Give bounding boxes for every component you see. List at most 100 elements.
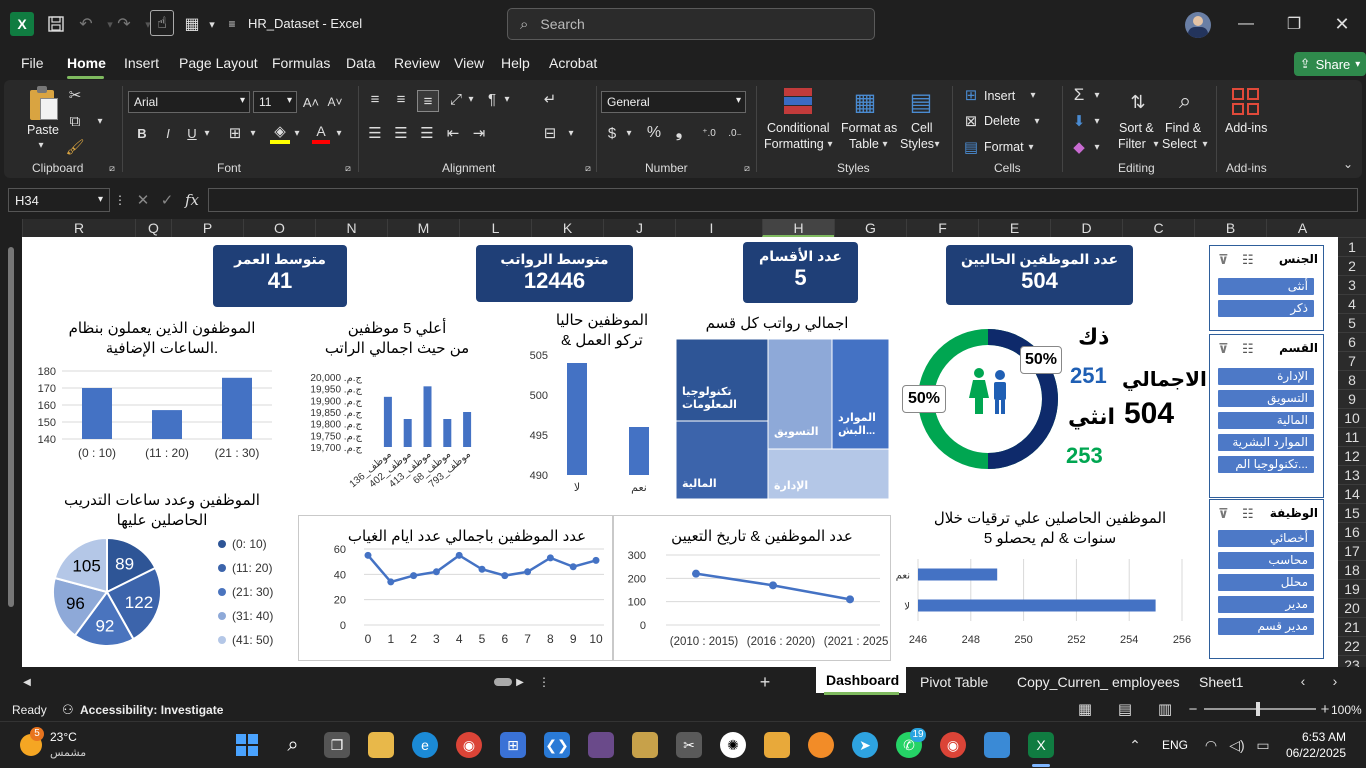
sort-filter-line2[interactable]: Filter xyxy=(1118,136,1146,152)
chevron-down-icon[interactable]: ▾ xyxy=(1092,114,1102,128)
close-icon[interactable]: ✕ xyxy=(1328,10,1356,38)
format-cells-button[interactable]: Format xyxy=(984,139,1024,155)
font-color-dropdown-icon[interactable]: ▾ xyxy=(334,126,344,140)
chevron-down-icon[interactable]: ▾ xyxy=(1092,140,1102,154)
column-header[interactable]: G xyxy=(834,219,906,237)
cell-styles-icon[interactable]: ▤ xyxy=(906,88,936,116)
column-header[interactable]: O xyxy=(243,219,315,237)
chevron-down-icon[interactable]: ▾ xyxy=(1200,138,1210,150)
name-box[interactable]: H34 ▾ xyxy=(8,188,110,212)
menu-insert[interactable]: Insert xyxy=(124,55,159,71)
column-header[interactable]: D xyxy=(1050,219,1122,237)
excel-taskbar-icon[interactable]: X xyxy=(1028,732,1054,758)
column-header[interactable]: J xyxy=(603,219,675,237)
menu-home[interactable]: Home xyxy=(67,55,106,71)
borders-icon[interactable]: ⊞ xyxy=(226,124,244,142)
bold-button[interactable]: B xyxy=(134,124,150,142)
row-header[interactable]: 4 xyxy=(1338,294,1366,313)
column-header-selected[interactable]: H xyxy=(762,219,834,237)
column-header[interactable]: L xyxy=(459,219,531,237)
alignment-launcher-icon[interactable]: ⧄ xyxy=(582,162,594,174)
slicer-item[interactable]: محاسب xyxy=(1218,552,1314,569)
paste-dropdown-icon[interactable]: ▾ xyxy=(34,138,48,152)
font-name-select[interactable]: Arial ▾ xyxy=(128,91,250,113)
format-painter-icon[interactable]: 🖌 xyxy=(65,138,84,156)
chrome-profile-icon[interactable]: ◉ xyxy=(940,732,966,758)
multi-select-icon[interactable]: ☷ xyxy=(1242,341,1254,357)
row-header[interactable]: 2 xyxy=(1338,256,1366,275)
row-header[interactable]: 15 xyxy=(1338,503,1366,522)
zoom-level[interactable]: 100% xyxy=(1331,703,1362,717)
chevron-down-icon[interactable]: ▾ xyxy=(880,138,890,150)
font-color-icon[interactable]: A xyxy=(312,122,330,140)
row-header[interactable]: 19 xyxy=(1338,579,1366,598)
clear-filter-icon[interactable]: ⊽ xyxy=(1218,252,1229,268)
slicer-item[interactable]: المالية xyxy=(1218,412,1314,429)
edge-icon[interactable]: e xyxy=(412,732,438,758)
wrap-text-icon[interactable]: ↵ xyxy=(540,90,560,108)
column-header[interactable]: M xyxy=(387,219,459,237)
cell-styles-line1[interactable]: Cell xyxy=(911,120,933,136)
task-view-icon[interactable]: ❐ xyxy=(324,732,350,758)
menu-data[interactable]: Data xyxy=(346,55,376,71)
search-icon[interactable]: ⌕ xyxy=(280,732,306,758)
comma-button[interactable]: ❟ xyxy=(672,124,686,142)
increase-font-icon[interactable]: A˄ xyxy=(302,93,320,111)
align-bottom-icon[interactable]: ≡ xyxy=(417,90,439,112)
align-middle-icon[interactable]: ≡ xyxy=(392,90,410,108)
touch-mode-icon[interactable]: ☝ xyxy=(150,10,174,36)
text-direction-dropdown-icon[interactable]: ▾ xyxy=(502,92,512,106)
collapse-ribbon-icon[interactable]: ⌄ xyxy=(1340,156,1356,172)
select-all-corner[interactable] xyxy=(1338,219,1366,237)
more-icon[interactable]: ⋮ xyxy=(114,192,126,208)
file-explorer-icon[interactable] xyxy=(368,732,394,758)
row-header[interactable]: 23 xyxy=(1338,655,1366,667)
sort-filter-line1[interactable]: Sort & xyxy=(1119,120,1154,136)
insert-function-button[interactable]: fx xyxy=(182,191,202,209)
decrease-indent-icon[interactable]: ⇤ xyxy=(444,124,462,142)
insert-cells-button[interactable]: Insert xyxy=(984,88,1015,104)
column-header[interactable]: N xyxy=(315,219,387,237)
next-sheet-icon[interactable]: › xyxy=(1328,673,1342,689)
font-launcher-icon[interactable]: ⧄ xyxy=(342,162,354,174)
align-left-icon[interactable]: ☰ xyxy=(366,124,384,142)
sheet-tab-dashboard[interactable]: Dashboard xyxy=(826,672,899,688)
menu-view[interactable]: View xyxy=(454,55,484,71)
app-icon[interactable] xyxy=(632,732,658,758)
chevron-down-icon[interactable]: ▾ xyxy=(1032,114,1042,128)
column-header[interactable]: K xyxy=(531,219,603,237)
currency-dropdown-icon[interactable]: ▾ xyxy=(624,126,634,140)
insert-cells-icon[interactable]: ⊞ xyxy=(962,86,980,104)
page-break-view-icon[interactable]: ▥ xyxy=(1156,700,1174,718)
row-header[interactable]: 16 xyxy=(1338,522,1366,541)
chevron-down-icon[interactable]: ▾ xyxy=(825,138,835,150)
merge-center-icon[interactable]: ⊟ xyxy=(540,124,560,142)
format-as-table-icon[interactable]: ▦ xyxy=(850,88,880,116)
row-header[interactable]: 14 xyxy=(1338,484,1366,503)
merge-dropdown-icon[interactable]: ▾ xyxy=(566,126,576,140)
format-as-table-line2[interactable]: Table xyxy=(849,136,879,152)
borders-dropdown-icon[interactable]: ▾ xyxy=(248,126,258,140)
column-header[interactable]: F xyxy=(906,219,978,237)
italic-button[interactable]: I xyxy=(160,124,176,142)
scroll-left-icon[interactable]: ◀ xyxy=(20,675,34,689)
user-avatar[interactable] xyxy=(1185,12,1211,38)
decrease-decimal-icon[interactable]: .0₋ xyxy=(724,124,746,142)
delete-cells-button[interactable]: Delete xyxy=(984,113,1020,129)
vscode-icon[interactable]: ❮❯ xyxy=(544,732,570,758)
slicer-item[interactable]: مدير قسم xyxy=(1218,618,1314,635)
chevron-down-icon[interactable]: ▾ xyxy=(1028,88,1038,102)
fill-icon[interactable]: ⬇ xyxy=(1070,112,1088,130)
row-header[interactable]: 10 xyxy=(1338,408,1366,427)
menu-page-layout[interactable]: Page Layout xyxy=(179,55,258,71)
zoom-slider[interactable] xyxy=(1204,702,1316,716)
row-header[interactable]: 20 xyxy=(1338,598,1366,617)
column-header[interactable]: E xyxy=(978,219,1050,237)
orientation-icon[interactable]: ⤢ xyxy=(446,90,466,108)
formula-input[interactable] xyxy=(208,188,1358,212)
underline-button[interactable]: U xyxy=(184,124,200,142)
decrease-font-icon[interactable]: A˅ xyxy=(326,93,344,111)
row-header[interactable]: 21 xyxy=(1338,617,1366,636)
chevron-down-icon[interactable]: ▾ xyxy=(1151,138,1161,150)
row-header[interactable]: 7 xyxy=(1338,351,1366,370)
